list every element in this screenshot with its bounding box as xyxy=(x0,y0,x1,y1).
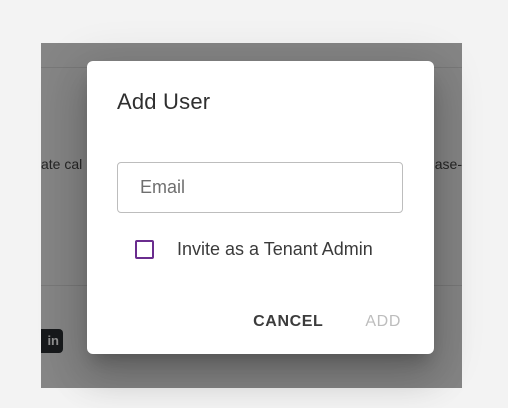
invite-admin-checkbox[interactable] xyxy=(135,239,154,259)
dialog-title: Add User xyxy=(117,89,211,114)
invite-admin-label[interactable]: Invite as a Tenant Admin xyxy=(177,239,373,260)
add-user-dialog: Add User Invite as a Tenant Admin CANCEL… xyxy=(87,61,434,354)
cancel-button[interactable]: CANCEL xyxy=(253,313,323,331)
dialog-actions: CANCEL ADD xyxy=(253,313,401,331)
add-button[interactable]: ADD xyxy=(365,313,401,331)
email-input[interactable] xyxy=(118,163,402,212)
invite-admin-row[interactable]: Invite as a Tenant Admin xyxy=(135,237,373,261)
email-field[interactable] xyxy=(117,162,403,213)
